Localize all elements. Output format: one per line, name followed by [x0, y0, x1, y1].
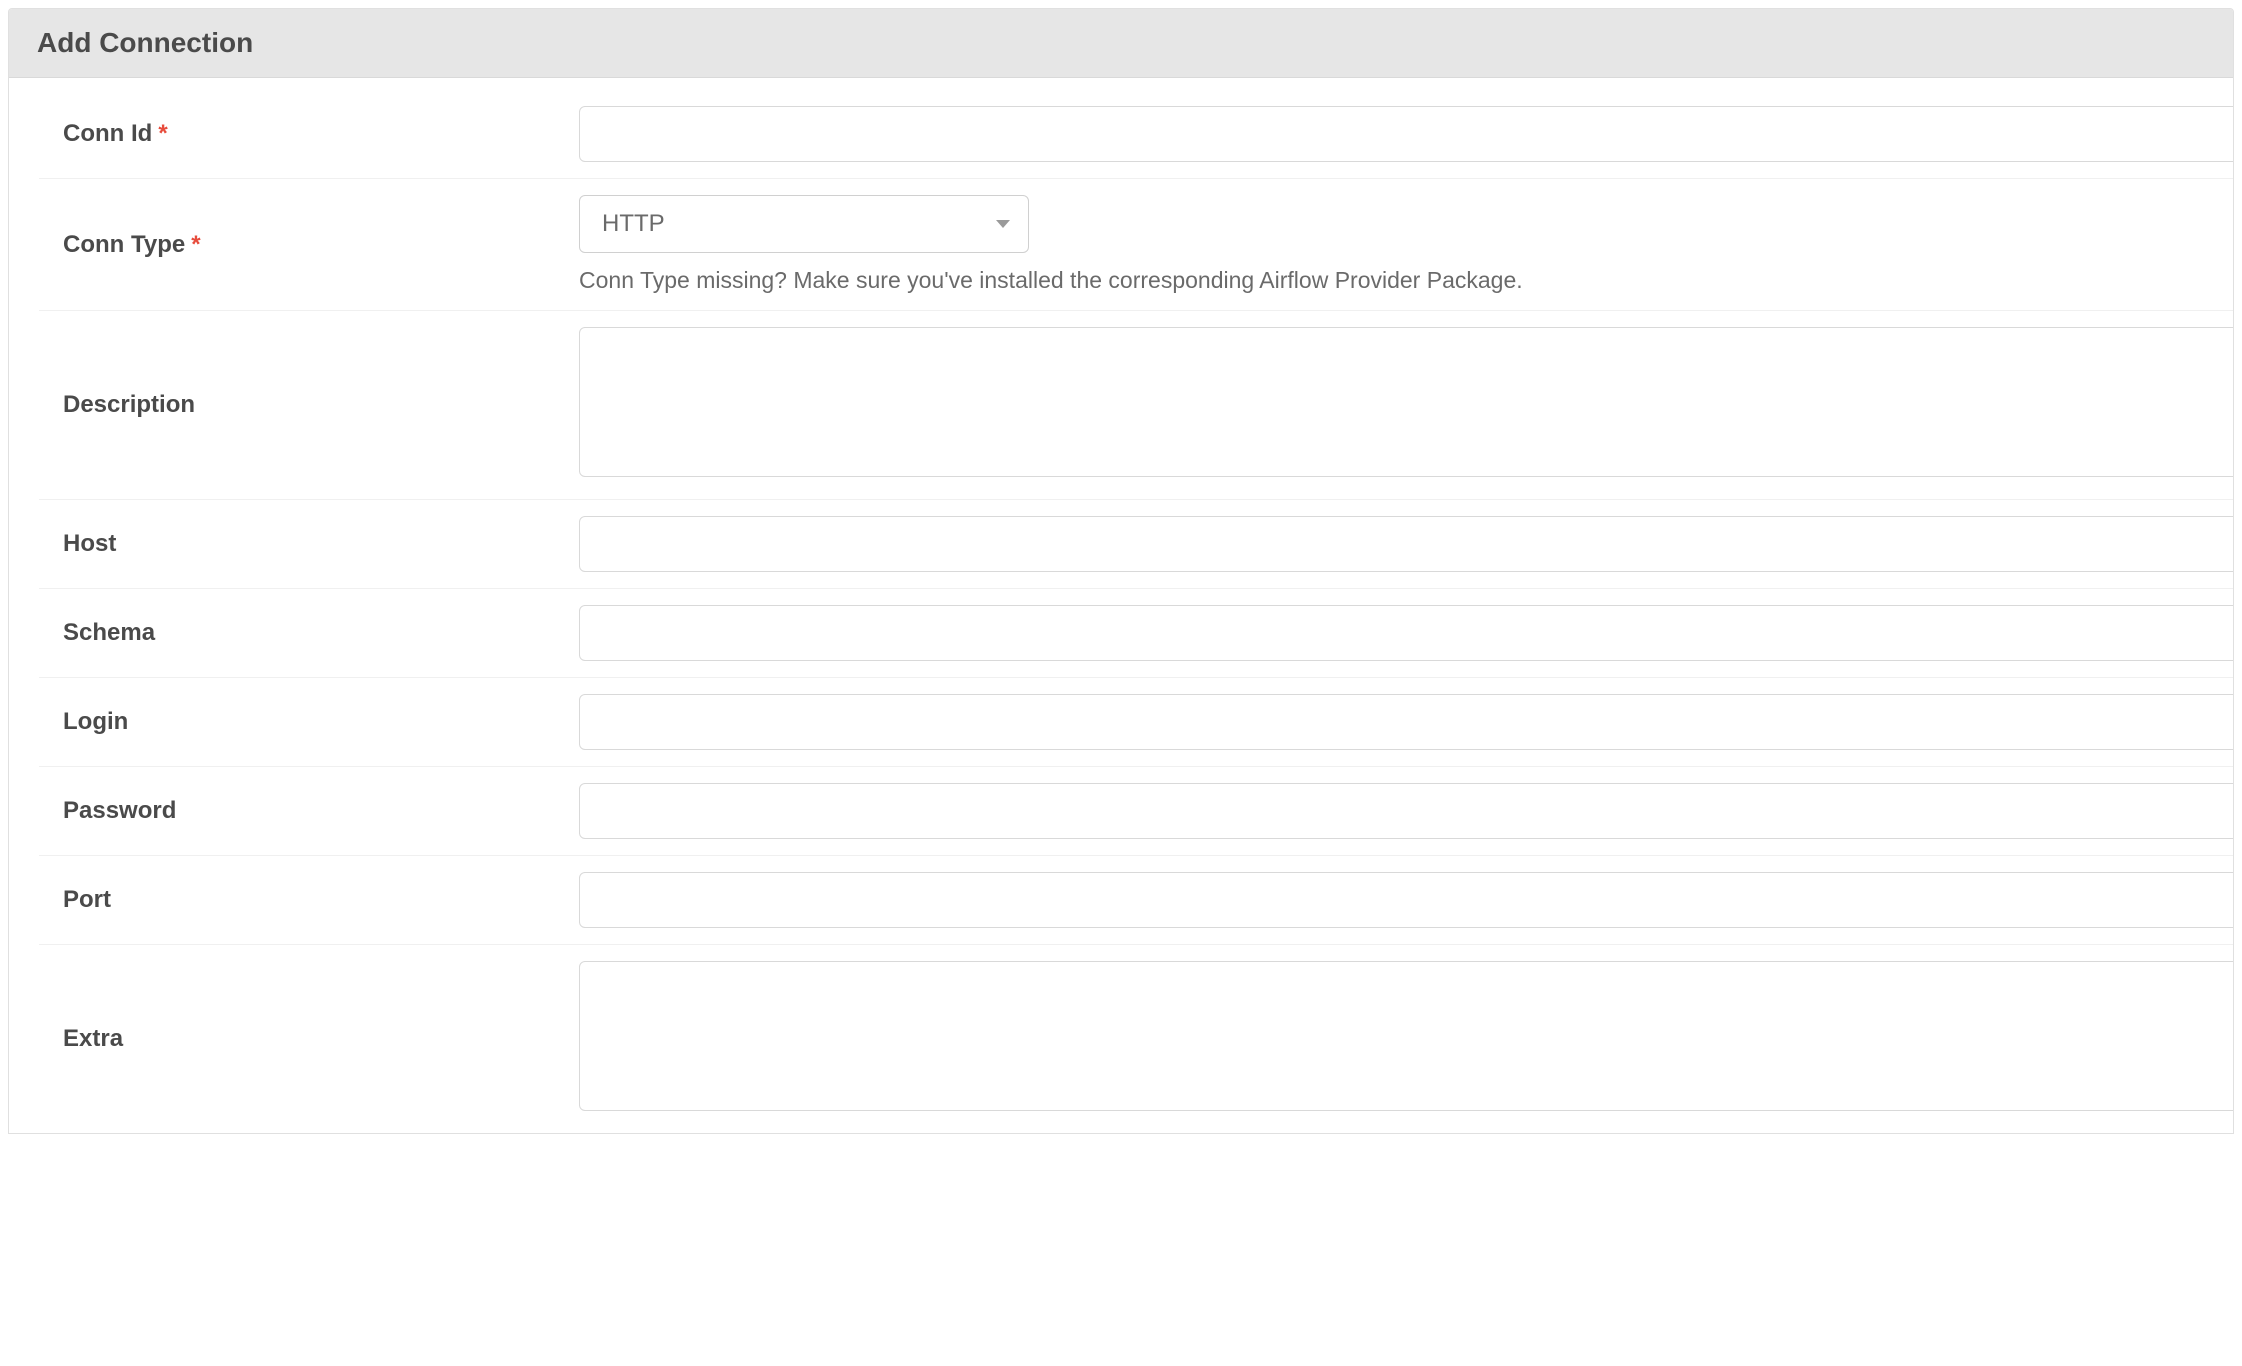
login-input[interactable]: [579, 694, 2234, 750]
required-asterisk-icon: *: [158, 120, 167, 148]
add-connection-panel: Add Connection Conn Id * Conn Type *: [8, 8, 2234, 1134]
extra-textarea[interactable]: [579, 961, 2234, 1111]
label-host-text: Host: [63, 530, 116, 558]
connection-form: Conn Id * Conn Type * HTTP: [39, 90, 2234, 1133]
conn-id-input[interactable]: [579, 106, 2234, 162]
label-login: Login: [39, 680, 579, 764]
conn-type-helper-text: Conn Type missing? Make sure you've inst…: [579, 267, 2234, 294]
input-cell-port: [579, 856, 2234, 944]
label-conn-id-text: Conn Id: [63, 120, 152, 148]
page-title: Add Connection: [37, 27, 2205, 59]
row-schema: Schema: [39, 589, 2234, 678]
row-description: Description: [39, 311, 2234, 500]
input-cell-schema: [579, 589, 2234, 677]
row-host: Host: [39, 500, 2234, 589]
chevron-down-icon: [996, 220, 1010, 228]
label-conn-id: Conn Id *: [39, 92, 579, 176]
panel-header: Add Connection: [9, 9, 2233, 78]
input-cell-password: [579, 767, 2234, 855]
label-description-text: Description: [63, 391, 195, 419]
description-textarea[interactable]: [579, 327, 2234, 477]
schema-input[interactable]: [579, 605, 2234, 661]
host-input[interactable]: [579, 516, 2234, 572]
required-asterisk-icon: *: [191, 231, 200, 259]
label-port: Port: [39, 858, 579, 942]
row-conn-type: Conn Type * HTTP Conn Type missing? Make…: [39, 179, 2234, 311]
label-description: Description: [39, 331, 579, 479]
input-cell-host: [579, 500, 2234, 588]
input-cell-conn-type: HTTP Conn Type missing? Make sure you've…: [579, 179, 2234, 310]
label-conn-type: Conn Type *: [39, 203, 579, 287]
row-conn-id: Conn Id *: [39, 90, 2234, 179]
row-password: Password: [39, 767, 2234, 856]
panel-body: Conn Id * Conn Type * HTTP: [9, 90, 2233, 1133]
row-login: Login: [39, 678, 2234, 767]
label-password-text: Password: [63, 797, 176, 825]
label-extra-text: Extra: [63, 1025, 123, 1053]
label-schema-text: Schema: [63, 619, 155, 647]
row-port: Port: [39, 856, 2234, 945]
label-conn-type-text: Conn Type: [63, 231, 185, 259]
label-login-text: Login: [63, 708, 128, 736]
input-cell-description: [579, 311, 2234, 499]
password-input[interactable]: [579, 783, 2234, 839]
label-password: Password: [39, 769, 579, 853]
label-extra: Extra: [39, 965, 579, 1113]
row-extra: Extra: [39, 945, 2234, 1133]
port-input[interactable]: [579, 872, 2234, 928]
conn-type-select[interactable]: HTTP: [579, 195, 1029, 253]
input-cell-extra: [579, 945, 2234, 1133]
label-port-text: Port: [63, 886, 111, 914]
input-cell-login: [579, 678, 2234, 766]
label-host: Host: [39, 502, 579, 586]
conn-type-selected-value: HTTP: [602, 210, 665, 238]
label-schema: Schema: [39, 591, 579, 675]
input-cell-conn-id: [579, 90, 2234, 178]
